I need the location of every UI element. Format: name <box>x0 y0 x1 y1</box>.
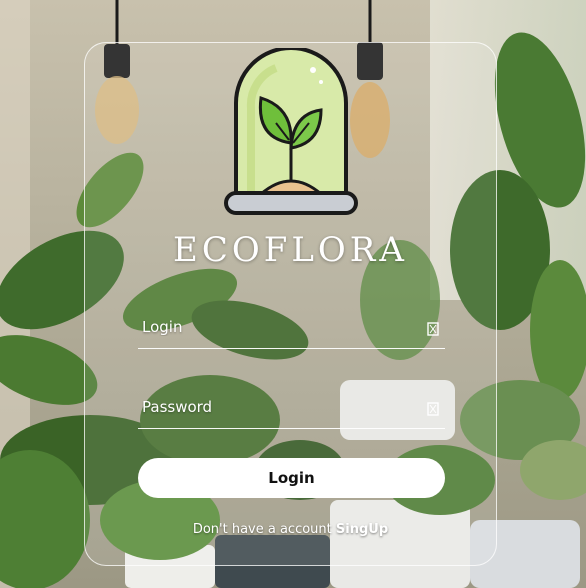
signup-link[interactable]: SingUp <box>336 522 388 537</box>
signup-row: Don't have a account SingUp <box>84 522 497 537</box>
password-field <box>138 392 445 429</box>
brand-title: ECOFLORA <box>173 230 408 270</box>
login-field <box>138 312 445 349</box>
signup-prompt: Don't have a account <box>192 522 332 537</box>
password-input[interactable] <box>138 392 412 422</box>
login-input[interactable] <box>138 312 412 342</box>
missing-glyph-box-icon <box>427 322 439 336</box>
login-button[interactable]: Login <box>138 458 445 498</box>
missing-glyph-box-icon <box>427 402 439 416</box>
terrarium-logo-icon <box>221 46 361 223</box>
